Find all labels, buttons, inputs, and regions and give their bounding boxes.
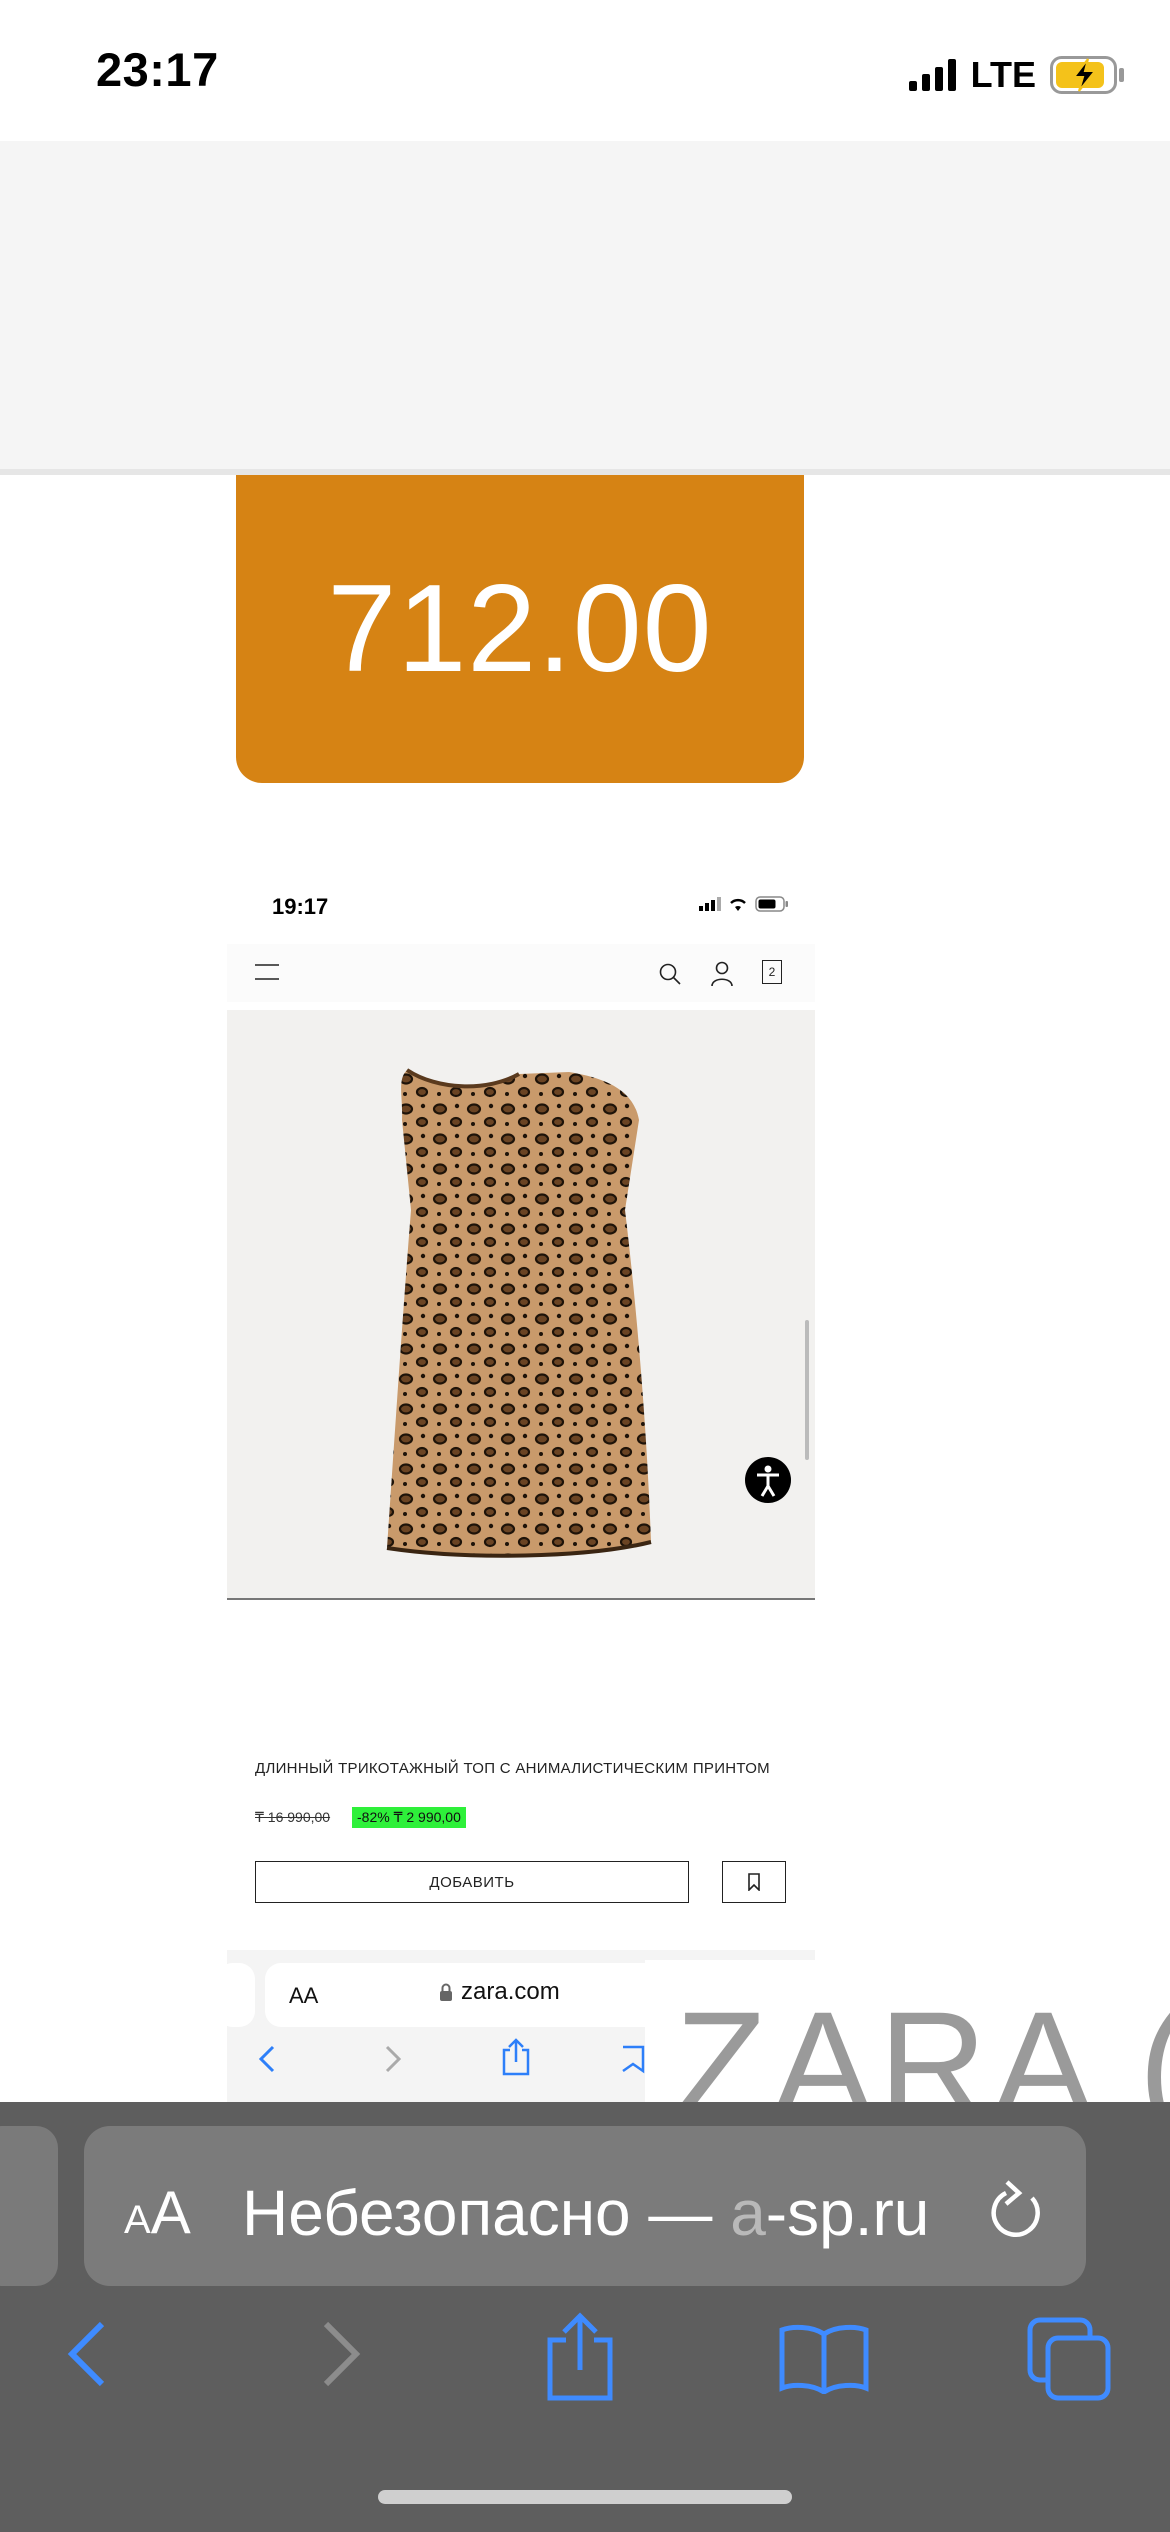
search-icon[interactable] bbox=[658, 962, 682, 986]
reader-button[interactable]: AA bbox=[124, 2178, 191, 2247]
back-icon[interactable] bbox=[64, 2318, 110, 2390]
leopard-dress-image bbox=[386, 1068, 809, 1558]
share-icon[interactable] bbox=[544, 2312, 616, 2402]
bookmarks-icon[interactable] bbox=[778, 2322, 870, 2394]
product-title: ДЛИННЫЙ ТРИКОТАЖНЫЙ ТОП С АНИМАЛИСТИЧЕСК… bbox=[255, 1760, 770, 1777]
address-text[interactable]: Небезопасно — а-sp.ru bbox=[242, 2176, 929, 2250]
home-indicator bbox=[378, 2490, 792, 2504]
embedded-reader-button[interactable]: AA bbox=[289, 1983, 318, 2009]
lock-icon bbox=[440, 1983, 452, 2001]
site-header: 2 bbox=[227, 944, 815, 1002]
divider bbox=[227, 1598, 815, 1600]
product-image[interactable] bbox=[227, 1010, 815, 1598]
signal-icon bbox=[908, 59, 956, 91]
tabs-icon[interactable] bbox=[1026, 2316, 1112, 2402]
battery-icon bbox=[755, 896, 788, 912]
address-host-dim: а bbox=[730, 2177, 766, 2249]
reload-icon[interactable] bbox=[986, 2176, 1048, 2244]
overlay-text-box: ZARA (K bbox=[645, 1960, 1170, 2102]
add-to-cart-button[interactable]: ДОБАВИТЬ bbox=[255, 1861, 689, 1903]
embedded-status-icons bbox=[699, 896, 789, 912]
status-time: 23:17 bbox=[96, 43, 219, 96]
battery-charging-icon bbox=[1050, 56, 1124, 94]
embedded-url-host: zara.com bbox=[461, 1978, 560, 2005]
embedded-screenshot: 19:17 2 ДЛИННЫЙ ТРИКОТАЖНЫЙ ТОП С АНИМАЛ… bbox=[227, 872, 815, 2102]
forward-icon[interactable] bbox=[318, 2318, 364, 2390]
cart-count: 2 bbox=[768, 965, 776, 979]
network-label: LTE bbox=[970, 54, 1036, 95]
signal-icon bbox=[699, 897, 721, 911]
embedded-status-time: 19:17 bbox=[272, 894, 329, 919]
status-indicators: LTE bbox=[908, 52, 1126, 98]
price-value: 712.00 bbox=[327, 560, 713, 698]
blank-banner bbox=[0, 141, 1170, 475]
user-icon[interactable] bbox=[711, 961, 733, 987]
overlay-text: ZARA (K bbox=[675, 1980, 1170, 2102]
address-security: Небезопасно — bbox=[242, 2177, 731, 2249]
previous-tab[interactable] bbox=[0, 2126, 58, 2286]
sale-price: -82% ₸ 2 990,00 bbox=[352, 1807, 466, 1828]
back-icon[interactable] bbox=[258, 2044, 276, 2074]
bag-icon[interactable]: 2 bbox=[762, 960, 782, 984]
share-icon[interactable] bbox=[501, 2038, 531, 2076]
old-price: ₸ 16 990,00 bbox=[255, 1809, 331, 1825]
embedded-prev-tab[interactable] bbox=[227, 1963, 255, 2027]
bookmark-button[interactable] bbox=[722, 1861, 786, 1903]
address-host: -sp.ru bbox=[765, 2177, 930, 2249]
forward-icon[interactable] bbox=[384, 2044, 402, 2074]
menu-icon[interactable] bbox=[255, 962, 279, 982]
bookmarks-icon[interactable] bbox=[621, 2044, 645, 2074]
wifi-icon bbox=[730, 898, 746, 911]
embedded-url[interactable]: zara.com bbox=[439, 1978, 560, 2006]
bookmark-icon bbox=[748, 1873, 760, 1891]
price-banner: 712.00 bbox=[236, 475, 804, 783]
